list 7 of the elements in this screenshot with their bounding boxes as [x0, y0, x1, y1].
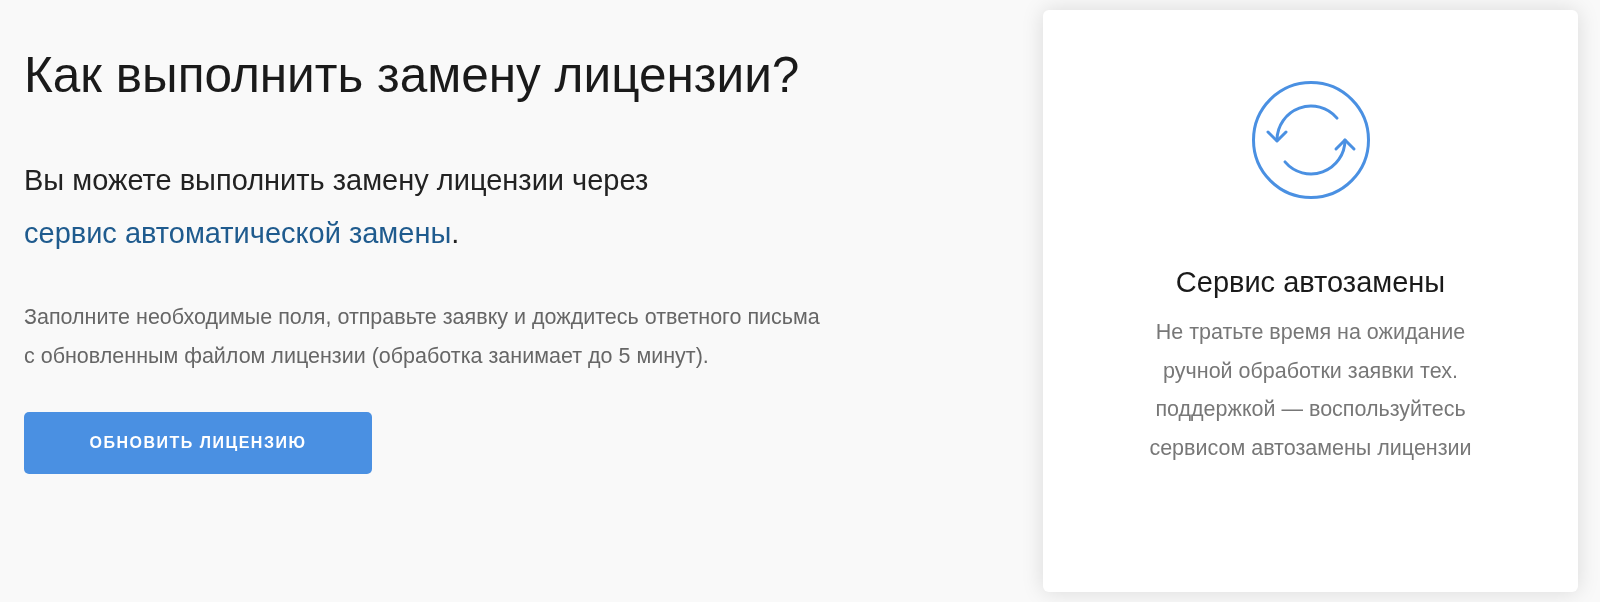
page-heading: Как выполнить замену лицензии? — [24, 46, 801, 104]
service-link[interactable]: сервис автоматической замены — [24, 217, 452, 249]
card-title: Сервис автозамены — [1175, 265, 1446, 299]
refresh-icon — [1250, 80, 1371, 200]
intro-paragraph: Вы можете выполнить замену лицензии через сервис автоматической замены. — [24, 163, 650, 251]
card-description: Не тратьте время на ожидание ручной обработки заявки тех. поддержкой — воспользуйтесь сервисом автозамены лицензии — [1148, 319, 1473, 462]
instruction-text: Заполните необходимые поля, отправьте заявку и дождитесь ответного письма с обновленным файлом лицензии (обработка занимает до 5 минут). — [24, 304, 821, 370]
